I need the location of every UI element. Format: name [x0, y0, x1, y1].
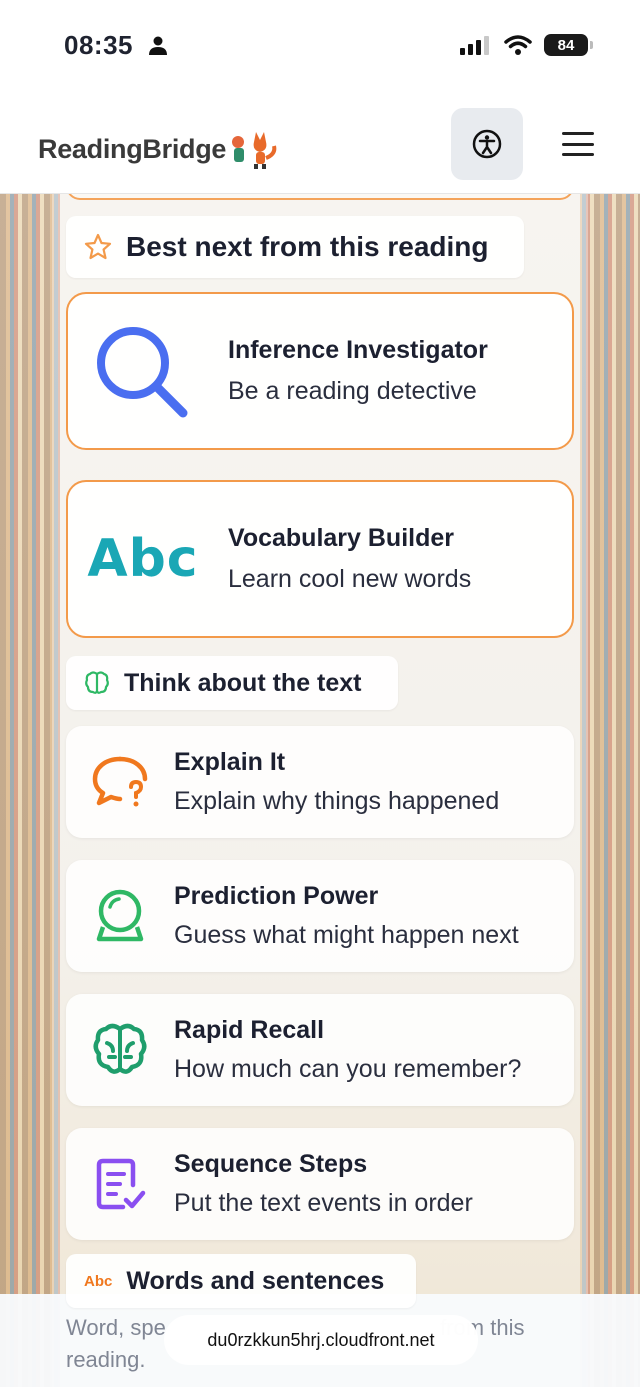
card-subtitle: Learn cool new words	[228, 565, 472, 593]
menu-line	[562, 142, 594, 146]
fox-mascot-icon	[232, 132, 277, 169]
logo[interactable]: ReadingBridge	[38, 128, 278, 170]
card-subtitle: Guess what might happen next	[174, 921, 519, 949]
menu-line	[562, 132, 594, 135]
description-start: Word, spe	[66, 1315, 166, 1340]
battery-indicator: 84	[544, 34, 593, 56]
card-prediction-power[interactable]: Prediction Power Guess what might happen…	[66, 860, 574, 972]
section-words-label: Words and sentences	[126, 1266, 385, 1295]
section-best-next-label: Best next from this reading	[126, 231, 489, 262]
abc-icon: Abc	[87, 529, 199, 589]
hamburger-menu-button[interactable]	[556, 126, 600, 162]
section-best-next: Best next from this reading	[66, 216, 524, 278]
card-sequence-steps[interactable]: Sequence Steps Put the text events in or…	[66, 1128, 574, 1240]
app-header: ReadingBridge	[0, 96, 640, 194]
card-subtitle: Be a reading detective	[228, 377, 477, 405]
main-content: Best next from this reading Inference In…	[0, 184, 640, 1387]
menu-line	[562, 153, 594, 156]
brain-small-icon	[85, 671, 109, 694]
card-rapid-recall[interactable]: Rapid Recall How much can you remember?	[66, 994, 574, 1106]
card-subtitle: How much can you remember?	[174, 1055, 522, 1083]
ordered-list-icon	[96, 1158, 146, 1210]
accessibility-icon	[472, 129, 502, 159]
magnifier-icon	[97, 327, 188, 418]
description-line2: reading.	[66, 1347, 146, 1372]
card-subtitle: Put the text events in order	[174, 1189, 473, 1217]
card-title: Explain It	[174, 748, 286, 776]
card-subtitle: Explain why things happened	[174, 787, 500, 815]
card-title: Prediction Power	[174, 882, 379, 910]
abc-small-icon: Abc	[84, 1272, 113, 1290]
star-icon	[84, 233, 112, 260]
card-vocabulary-builder[interactable]: Abc Vocabulary Builder Learn cool new wo…	[66, 480, 574, 638]
section-think: Think about the text	[66, 656, 398, 710]
card-title: Sequence Steps	[174, 1150, 368, 1178]
logo-text: ReadingBridge	[38, 133, 227, 164]
status-time: 08:35	[64, 30, 133, 60]
wifi-icon	[504, 35, 532, 55]
signal-icon	[460, 36, 489, 55]
section-think-label: Think about the text	[124, 668, 362, 697]
crystal-ball-icon	[96, 889, 144, 942]
speech-question-icon	[92, 756, 148, 807]
url-bar[interactable]: du0rzkkun5hrj.cloudfront.net	[164, 1315, 478, 1365]
brain-icon	[93, 1023, 147, 1074]
accessibility-button[interactable]	[451, 108, 523, 180]
card-title: Inference Investigator	[228, 336, 488, 364]
card-title: Vocabulary Builder	[228, 524, 454, 552]
section-words: Abc Words and sentences	[66, 1254, 416, 1308]
card-title: Rapid Recall	[174, 1016, 325, 1044]
status-bar: 08:35 84	[0, 0, 640, 96]
card-inference-investigator[interactable]: Inference Investigator Be a reading dete…	[66, 292, 574, 450]
person-icon	[149, 36, 167, 55]
card-explain-it[interactable]: Explain It Explain why things happened	[66, 726, 574, 838]
